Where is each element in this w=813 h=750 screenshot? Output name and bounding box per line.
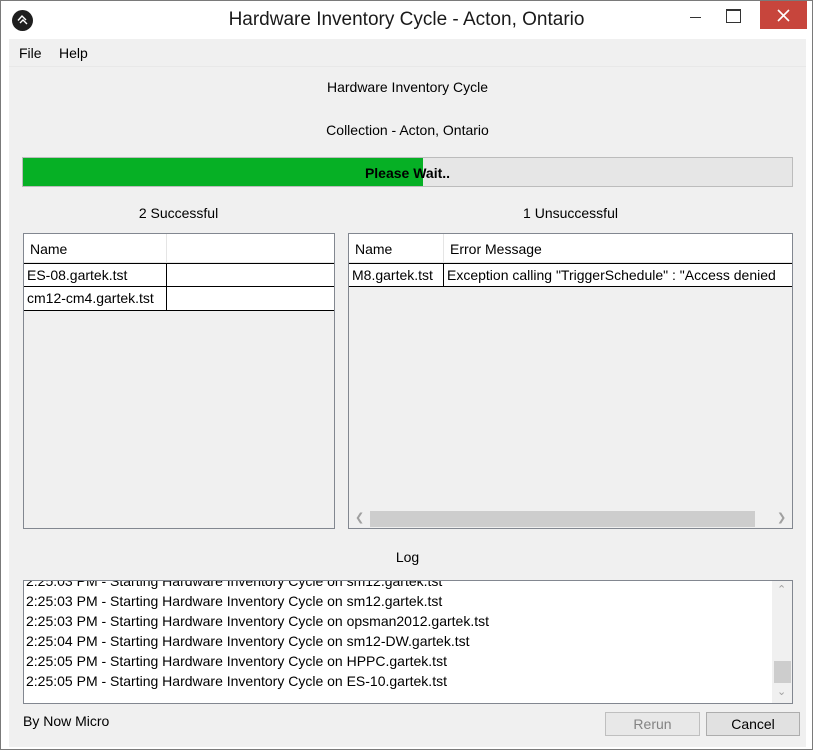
close-icon[interactable] [760,1,807,29]
successful-grid[interactable]: Name ES-08.gartek.tst cm12-cm4.gartek.ts… [23,233,335,529]
menu-file[interactable]: File [19,45,42,61]
table-row[interactable]: cm12-cm4.gartek.tst [24,287,334,311]
cell-extra [167,263,334,287]
minimize-icon[interactable] [672,1,718,31]
log-line: 2:25:03 PM - Starting Hardware Inventory… [26,613,490,629]
successful-count-label: 2 Successful [138,205,219,221]
log-textbox[interactable]: 2:25:03 PM - Starting Hardware Inventory… [23,580,793,704]
cancel-button[interactable]: Cancel [706,712,800,736]
cell-extra [167,287,334,311]
progress-label: Please Wait.. [364,165,451,181]
log-line: 2:25:03 PM - Starting Hardware Inventory… [26,593,443,609]
unsuccessful-count-label: 1 Unsuccessful [523,205,618,221]
vertical-scrollbar[interactable]: ⌃ ⌄ [772,581,792,703]
table-row[interactable]: ES-08.gartek.tst [24,263,334,287]
column-header-error-message[interactable]: Error Message [444,234,792,263]
log-label: Log [395,549,420,565]
cell-name: M8.gartek.tst [349,263,444,287]
menu-bar: File Help [9,39,806,67]
collection-label: Collection - Acton, Ontario [326,122,489,138]
scrollbar-thumb[interactable] [774,661,791,683]
scroll-up-icon[interactable]: ⌃ [777,583,786,596]
log-line: 2:25:04 PM - Starting Hardware Inventory… [26,633,470,649]
credit-label: By Now Micro [23,713,110,729]
log-line: 2:25:05 PM - Starting Hardware Inventory… [26,673,447,689]
cell-name: ES-08.gartek.tst [24,263,167,287]
title-bar[interactable]: Hardware Inventory Cycle - Acton, Ontari… [1,1,812,39]
cell-error-message: Exception calling "TriggerSchedule" : "A… [444,263,792,287]
maximize-icon[interactable] [716,1,762,31]
grid-header: Name [24,234,334,263]
unsuccessful-grid[interactable]: Name Error Message M8.gartek.tst Excepti… [348,233,793,529]
column-header-name[interactable]: Name [349,234,444,263]
log-line: 2:25:05 PM - Starting Hardware Inventory… [26,653,447,669]
scroll-right-icon[interactable]: ❯ [777,511,786,524]
table-row[interactable]: M8.gartek.tst Exception calling "Trigger… [349,263,792,287]
scroll-left-icon[interactable]: ❮ [355,511,364,524]
main-content: Hardware Inventory Cycle Collection - Ac… [9,67,806,747]
progress-bar: Please Wait.. [22,157,793,187]
rerun-button[interactable]: Rerun [605,712,700,736]
scrollbar-thumb[interactable] [370,511,755,527]
page-title: Hardware Inventory Cycle [326,79,489,95]
menu-help[interactable]: Help [59,45,88,61]
grid-header: Name Error Message [349,234,792,263]
log-line: 2:25:03 PM - Starting Hardware Inventory… [26,580,443,589]
log-lines: 2:25:03 PM - Starting Hardware Inventory… [26,580,771,691]
cell-name: cm12-cm4.gartek.tst [24,287,167,311]
application-window: Hardware Inventory Cycle - Acton, Ontari… [0,0,813,750]
column-header-blank[interactable] [167,234,334,263]
column-header-name[interactable]: Name [24,234,167,263]
scroll-down-icon[interactable]: ⌄ [777,685,786,698]
horizontal-scrollbar[interactable]: ❮ ❯ [349,508,792,528]
